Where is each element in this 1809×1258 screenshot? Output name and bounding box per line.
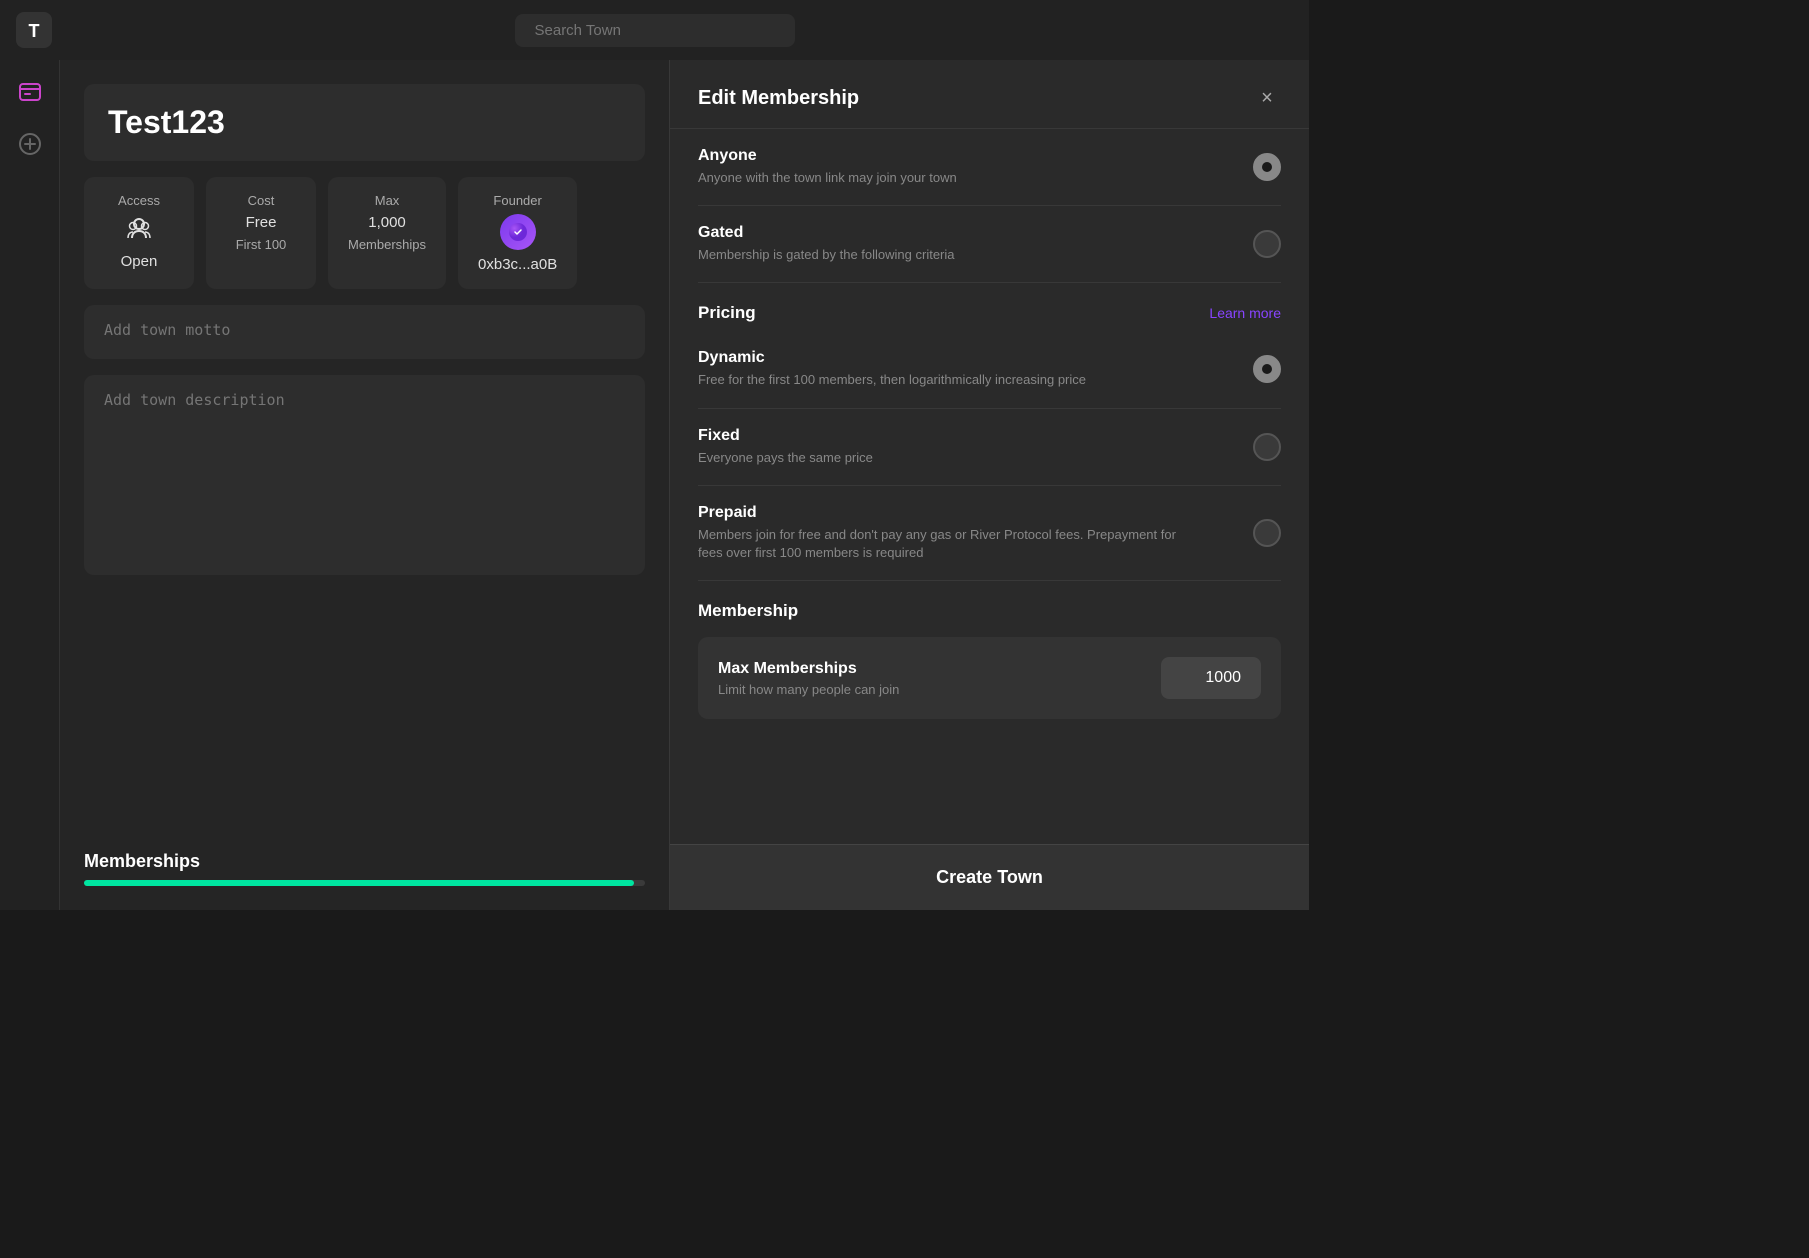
- memberships-section: Memberships: [84, 851, 645, 886]
- radio-anyone[interactable]: [1253, 153, 1281, 181]
- cost-stat-card: Cost Free First 100: [206, 177, 316, 289]
- panel-body: Anyone Anyone with the town link may joi…: [670, 129, 1309, 844]
- sidebar-item-add[interactable]: [14, 128, 46, 160]
- access-stat-card: Access Open: [84, 177, 194, 289]
- sidebar: [0, 60, 60, 910]
- stats-row: Access Open Cost Free First 100: [84, 177, 645, 289]
- max-label: Max: [375, 193, 400, 208]
- option-name-anyone: Anyone: [698, 147, 1253, 165]
- option-name-prepaid: Prepaid: [698, 504, 1253, 522]
- progress-bar-bg: [84, 880, 645, 886]
- radio-gated[interactable]: [1253, 230, 1281, 258]
- description-input[interactable]: [84, 375, 645, 575]
- membership-option-gated[interactable]: Gated Membership is gated by the followi…: [698, 206, 1281, 283]
- max-memberships-desc: Limit how many people can join: [718, 682, 899, 697]
- membership-section-header: Membership: [698, 581, 1281, 629]
- access-icon: [125, 214, 153, 247]
- radio-dynamic[interactable]: [1253, 355, 1281, 383]
- town-name-input[interactable]: [84, 84, 645, 161]
- cost-label: Cost: [248, 193, 275, 208]
- pricing-section-header: Pricing Learn more: [698, 283, 1281, 331]
- option-name-gated: Gated: [698, 224, 1253, 242]
- membership-option-anyone[interactable]: Anyone Anyone with the town link may joi…: [698, 129, 1281, 206]
- max-memberships-label: Max Memberships: [718, 660, 899, 678]
- radio-fixed[interactable]: [1253, 433, 1281, 461]
- option-desc-dynamic: Free for the first 100 members, then log…: [698, 371, 1178, 389]
- option-desc-prepaid: Members join for free and don't pay any …: [698, 526, 1178, 562]
- cost-subvalue: First 100: [236, 237, 287, 252]
- pricing-option-fixed[interactable]: Fixed Everyone pays the same price: [698, 409, 1281, 486]
- search-input[interactable]: [515, 14, 795, 47]
- founder-stat-card: Founder 0xb3c...a0B: [458, 177, 577, 289]
- pricing-option-prepaid[interactable]: Prepaid Members join for free and don't …: [698, 486, 1281, 581]
- access-value: Open: [121, 253, 158, 270]
- logo: T: [16, 12, 52, 48]
- progress-bar-fill: [84, 880, 634, 886]
- panel-header: Edit Membership ×: [670, 60, 1309, 129]
- sidebar-item-inbox[interactable]: [14, 76, 46, 108]
- radio-prepaid[interactable]: [1253, 519, 1281, 547]
- founder-label: Founder: [493, 193, 541, 208]
- cost-value: Free: [246, 214, 277, 231]
- option-desc-anyone: Anyone with the town link may join your …: [698, 169, 1178, 187]
- option-name-fixed: Fixed: [698, 427, 1253, 445]
- close-button[interactable]: ×: [1253, 84, 1281, 112]
- svg-text:T: T: [29, 21, 40, 41]
- membership-section-title: Membership: [698, 601, 798, 621]
- max-subvalue: Memberships: [348, 237, 426, 252]
- max-stat-card: Max 1,000 Memberships: [328, 177, 446, 289]
- max-memberships-config: Max Memberships Limit how many people ca…: [698, 637, 1281, 719]
- learn-more-link[interactable]: Learn more: [1209, 305, 1281, 321]
- pricing-title: Pricing: [698, 303, 756, 323]
- option-desc-gated: Membership is gated by the following cri…: [698, 246, 1178, 264]
- max-memberships-input[interactable]: [1161, 657, 1261, 699]
- content-area: Access Open Cost Free First 100: [60, 60, 669, 910]
- pricing-option-dynamic[interactable]: Dynamic Free for the first 100 members, …: [698, 331, 1281, 408]
- memberships-title: Memberships: [84, 851, 645, 872]
- panel-title: Edit Membership: [698, 87, 859, 110]
- option-desc-fixed: Everyone pays the same price: [698, 449, 1178, 467]
- motto-input[interactable]: [84, 305, 645, 359]
- create-town-button[interactable]: Create Town: [670, 844, 1309, 910]
- option-name-dynamic: Dynamic: [698, 349, 1253, 367]
- founder-avatar: [500, 214, 536, 250]
- edit-membership-panel: Edit Membership × Anyone Anyone with the…: [669, 60, 1309, 910]
- founder-value: 0xb3c...a0B: [478, 256, 557, 273]
- topbar: T: [0, 0, 1309, 60]
- access-label: Access: [118, 193, 160, 208]
- max-value: 1,000: [368, 214, 406, 231]
